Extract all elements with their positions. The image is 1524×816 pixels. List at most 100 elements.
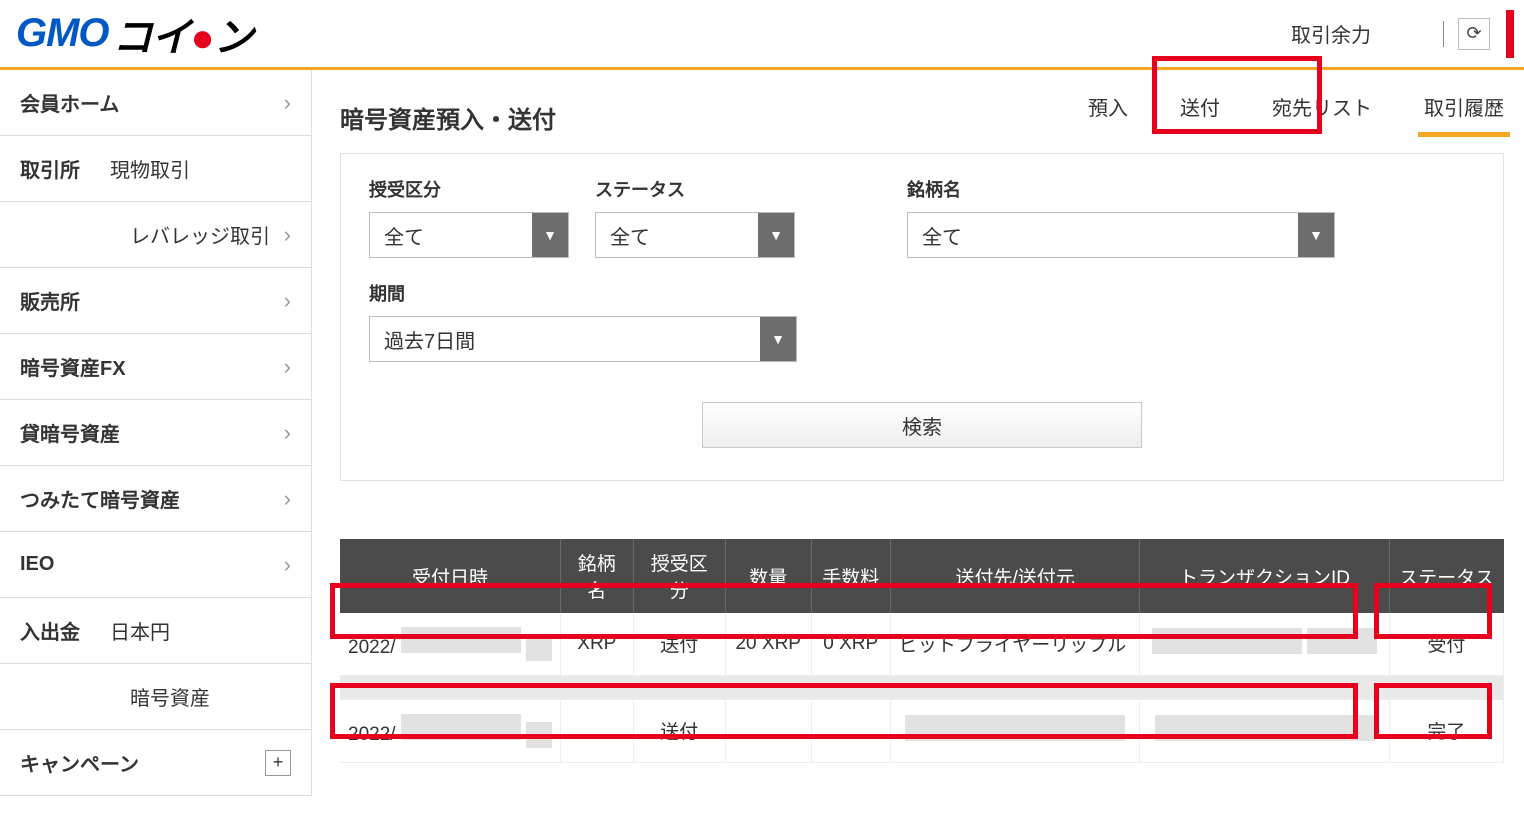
sidebar-item-exchange-spot[interactable]: 取引所 現物取引 › bbox=[0, 136, 311, 202]
cell-type: 送付 bbox=[633, 613, 725, 675]
cell-dest: ビットフライヤーリップル bbox=[890, 613, 1140, 675]
table-row[interactable]: 2022/ 送付 完了 bbox=[340, 699, 1504, 762]
chevron-down-icon: ▼ bbox=[760, 317, 796, 361]
field-type: 授受区分 全て ▼ bbox=[369, 176, 569, 258]
sidebar-sub-label: 現物取引 bbox=[80, 154, 284, 183]
cell-symbol: XRP bbox=[561, 613, 633, 675]
logo-gmo-text: GMO bbox=[16, 11, 109, 56]
sidebar-item-label: 入出金 bbox=[20, 616, 80, 645]
plus-icon: + bbox=[265, 750, 291, 776]
field-status: ステータス 全て ▼ bbox=[595, 176, 795, 258]
logo-coin-text: コイ●ン bbox=[113, 5, 253, 63]
sidebar-item-exchange-leverage[interactable]: レバレッジ取引 › bbox=[0, 202, 311, 268]
field-label: 授受区分 bbox=[369, 176, 569, 202]
th-type: 授受区分 bbox=[633, 539, 725, 613]
th-txid: トランザクションID bbox=[1140, 539, 1389, 613]
chevron-right-icon: › bbox=[284, 486, 291, 512]
content-header: 暗号資産預入・送付 預入 送付 宛先リスト 取引履歴 bbox=[312, 70, 1524, 135]
cell-symbol bbox=[561, 699, 633, 762]
field-label: 銘柄名 bbox=[907, 176, 1335, 202]
tab-dest-list[interactable]: 宛先リスト bbox=[1272, 92, 1372, 135]
th-qty: 数量 bbox=[725, 539, 811, 613]
cell-txid bbox=[1140, 699, 1389, 762]
field-label: 期間 bbox=[369, 280, 797, 306]
th-date: 受付日時 bbox=[340, 539, 561, 613]
cell-status: 完了 bbox=[1389, 699, 1503, 762]
sidebar-item-label: 貸暗号資産 bbox=[20, 418, 120, 447]
chevron-down-icon: ▼ bbox=[758, 213, 794, 257]
sidebar-item-tsumitate[interactable]: つみたて暗号資産 › bbox=[0, 466, 311, 532]
chevron-right-icon: › bbox=[284, 90, 291, 116]
chevron-down-icon: ▼ bbox=[532, 213, 568, 257]
cell-status: 受付 bbox=[1389, 613, 1503, 675]
filter-panel: 授受区分 全て ▼ ステータス 全て ▼ 銘柄名 bbox=[340, 153, 1504, 481]
sidebar-item-funds-crypto[interactable]: 暗号資産 › bbox=[0, 664, 311, 730]
th-dest: 送付先/送付元 bbox=[890, 539, 1140, 613]
table-row[interactable]: 2022/ XRP 送付 20 XRP 0 XRP ビットフライヤーリップル 受… bbox=[340, 613, 1504, 675]
sidebar-item-fx[interactable]: 暗号資産FX › bbox=[0, 334, 311, 400]
chevron-right-icon: › bbox=[284, 222, 291, 248]
sidebar-sub-label: 日本円 bbox=[80, 616, 284, 645]
tab-deposit[interactable]: 預入 bbox=[1088, 92, 1128, 135]
th-fee: 手数料 bbox=[811, 539, 890, 613]
chevron-right-icon: › bbox=[284, 420, 291, 446]
history-table: 受付日時 銘柄名 授受区分 数量 手数料 送付先/送付元 トランザクションID … bbox=[340, 539, 1504, 763]
sidebar-item-label: つみたて暗号資産 bbox=[20, 484, 180, 513]
table-row-gap bbox=[340, 675, 1504, 699]
select-symbol[interactable]: 全て ▼ bbox=[907, 212, 1335, 258]
sidebar-sub-label: 暗号資産 bbox=[0, 682, 210, 711]
cell-dest bbox=[890, 699, 1140, 762]
tab-history[interactable]: 取引履歴 bbox=[1424, 92, 1504, 135]
separator bbox=[1443, 21, 1444, 47]
main-content: 暗号資産預入・送付 預入 送付 宛先リスト 取引履歴 授受区分 全て ▼ bbox=[312, 70, 1524, 796]
history-table-wrap: 受付日時 銘柄名 授受区分 数量 手数料 送付先/送付元 トランザクションID … bbox=[312, 539, 1524, 763]
cell-fee: 0 XRP bbox=[811, 613, 890, 675]
select-value: 全て bbox=[908, 213, 1298, 257]
balance-label: 取引余力 bbox=[1291, 19, 1371, 48]
sidebar-item-label: IEO bbox=[20, 553, 54, 576]
tab-send[interactable]: 送付 bbox=[1180, 92, 1220, 135]
field-label: ステータス bbox=[595, 176, 795, 202]
sidebar-item-ieo[interactable]: IEO › bbox=[0, 532, 311, 598]
refresh-icon: ⟳ bbox=[1466, 23, 1481, 44]
sidebar-item-funds-jpy[interactable]: 入出金 日本円 › bbox=[0, 598, 311, 664]
select-type[interactable]: 全て ▼ bbox=[369, 212, 569, 258]
select-status[interactable]: 全て ▼ bbox=[595, 212, 795, 258]
top-bar: GMO コイ●ン 取引余力 ⟳ bbox=[0, 0, 1524, 70]
tabs: 預入 送付 宛先リスト 取引履歴 bbox=[1088, 92, 1504, 135]
th-symbol: 銘柄名 bbox=[561, 539, 633, 613]
chevron-right-icon: › bbox=[284, 354, 291, 380]
sidebar-item-home[interactable]: 会員ホーム › bbox=[0, 70, 311, 136]
cell-qty bbox=[725, 699, 811, 762]
sidebar-item-lending[interactable]: 貸暗号資産 › bbox=[0, 400, 311, 466]
select-value: 全て bbox=[596, 213, 758, 257]
logo[interactable]: GMO コイ●ン bbox=[16, 5, 253, 63]
sidebar-item-campaign[interactable]: キャンペーン + bbox=[0, 730, 311, 796]
field-symbol: 銘柄名 全て ▼ bbox=[907, 176, 1335, 258]
sidebar-item-label: 会員ホーム bbox=[20, 88, 119, 117]
chevron-right-icon: › bbox=[284, 288, 291, 314]
page-title: 暗号資産預入・送付 bbox=[340, 100, 556, 135]
sidebar-sub-label: レバレッジ取引 bbox=[0, 220, 270, 249]
chevron-down-icon: ▼ bbox=[1298, 213, 1334, 257]
sidebar-item-label: キャンペーン bbox=[20, 748, 139, 777]
field-period: 期間 過去7日間 ▼ bbox=[369, 280, 797, 362]
sidebar: 会員ホーム › 取引所 現物取引 › レバレッジ取引 › 販売所 › 暗号資産F… bbox=[0, 70, 312, 796]
cell-qty: 20 XRP bbox=[725, 613, 811, 675]
refresh-button[interactable]: ⟳ bbox=[1458, 18, 1490, 50]
select-value: 過去7日間 bbox=[370, 317, 760, 361]
th-status: ステータス bbox=[1389, 539, 1503, 613]
table-header-row: 受付日時 銘柄名 授受区分 数量 手数料 送付先/送付元 トランザクションID … bbox=[340, 539, 1504, 613]
search-button[interactable]: 検索 bbox=[702, 402, 1142, 448]
sidebar-item-label: 暗号資産FX bbox=[20, 352, 126, 381]
top-right: 取引余力 ⟳ bbox=[1291, 10, 1514, 58]
sidebar-item-label: 取引所 bbox=[20, 154, 80, 183]
cell-fee bbox=[811, 699, 890, 762]
cell-date: 2022/ bbox=[340, 613, 561, 675]
notification-stub[interactable] bbox=[1506, 10, 1514, 58]
cell-date: 2022/ bbox=[340, 699, 561, 762]
sidebar-item-sales[interactable]: 販売所 › bbox=[0, 268, 311, 334]
select-value: 全て bbox=[370, 213, 532, 257]
sidebar-item-label: 販売所 bbox=[20, 286, 80, 315]
select-period[interactable]: 過去7日間 ▼ bbox=[369, 316, 797, 362]
